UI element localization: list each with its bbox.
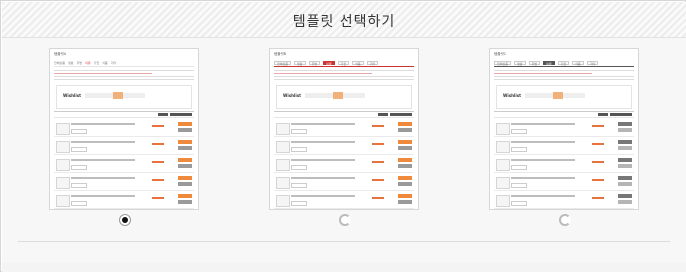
thumbnail-label: 템플릿A [54,52,67,56]
product-row [274,191,414,209]
thumbnail-tab-active: 의류 [543,61,555,66]
product-row [54,173,194,191]
thumbnail-tab: 식품 [572,61,584,66]
thumbnail-logo: Wishlist [503,93,522,98]
thumbnail-divider [494,66,634,67]
thumbnail-notice [54,68,194,84]
thumbnail-notice [274,68,414,84]
thumbnail-tab: 주방 [528,61,541,66]
thumbnail-tab: 생활 [294,61,306,66]
product-row [274,137,414,155]
thumbnail-label: 템플릿C [494,52,507,56]
product-row [54,137,194,155]
product-row [494,155,634,173]
thumbnail-tab: 주방 [76,61,83,65]
product-row [54,119,194,137]
thumbnail-tab: 생활 [68,61,74,65]
thumbnail-tabs: 전체상품 생활 주방 의류 가전 식품 기타 [54,61,194,65]
thumbnail-banner: Wishlist [496,85,632,109]
product-row [494,119,634,137]
thumbnail-logo: Wishlist [283,93,302,98]
product-row [54,155,194,173]
thumbnail-tab: 가전 [337,61,350,66]
thumbnail-tab: 주방 [308,61,321,66]
thumbnail-tab: 식품 [102,61,108,65]
template-select-dialog: 템플릿 선택하기 템플릿A 전체상품 생활 주방 의류 가전 식품 기타 Wis [0,0,686,272]
product-row [274,173,414,191]
divider [18,241,670,242]
page-title: 템플릿 선택하기 [292,14,396,30]
dialog-header: 템플릿 선택하기 [2,2,686,38]
product-row [274,119,414,137]
banner-text [305,92,365,99]
thumbnail-divider [54,66,194,67]
product-row [494,191,634,209]
product-row [494,137,634,155]
template-radio-1[interactable] [119,214,131,226]
thumbnail-tab: 가전 [93,61,100,65]
template-thumbnail-3[interactable]: 템플릿C 전체상품 생활 주방 의류 가전 식품 기타 Wishlist [489,48,639,210]
thumbnail-notice [494,68,634,84]
dialog-body: 템플릿A 전체상품 생활 주방 의류 가전 식품 기타 Wishlist 템플릿… [2,38,686,272]
thumbnail-tab: 기타 [586,61,599,66]
thumbnail-banner: Wishlist [56,85,192,109]
product-row [494,173,634,191]
thumbnail-tabs: 전체상품 생활 주방 의류 가전 식품 기타 [494,61,634,66]
thumbnail-banner: Wishlist [276,85,412,109]
thumbnail-tab: 전체상품 [494,61,512,66]
thumbnail-toolbar [494,111,634,118]
banner-text [85,92,145,99]
thumbnail-toolbar [54,111,194,118]
thumbnail-label: 템플릿B [274,52,287,56]
thumbnail-logo: Wishlist [63,93,82,98]
thumbnail-toolbar [274,111,414,118]
template-thumbnail-1[interactable]: 템플릿A 전체상품 생활 주방 의류 가전 식품 기타 Wishlist [49,48,199,210]
thumbnail-tab: 전체상품 [54,61,66,65]
template-radio-2[interactable] [339,214,351,226]
product-row [54,191,194,209]
product-row [274,155,414,173]
thumbnail-tab-active: 의류 [85,61,91,65]
thumbnail-tabs: 전체상품 생활 주방 의류 가전 식품 기타 [274,61,414,66]
thumbnail-tab: 식품 [352,61,364,66]
thumbnail-tab-active: 의류 [323,61,335,66]
template-radio-3[interactable] [559,214,571,226]
thumbnail-tab: 전체상품 [274,61,292,66]
thumbnail-tab: 기타 [110,61,117,65]
template-thumbnail-2[interactable]: 템플릿B 전체상품 생활 주방 의류 가전 식품 기타 Wishlist [269,48,419,210]
thumbnail-divider [274,66,414,67]
banner-text [525,92,585,99]
template-panel: 템플릿A 전체상품 생활 주방 의류 가전 식품 기타 Wishlist 템플릿… [2,38,686,263]
thumbnail-tab: 생활 [514,61,526,66]
thumbnail-tab: 기타 [366,61,379,66]
thumbnail-tab: 가전 [557,61,570,66]
